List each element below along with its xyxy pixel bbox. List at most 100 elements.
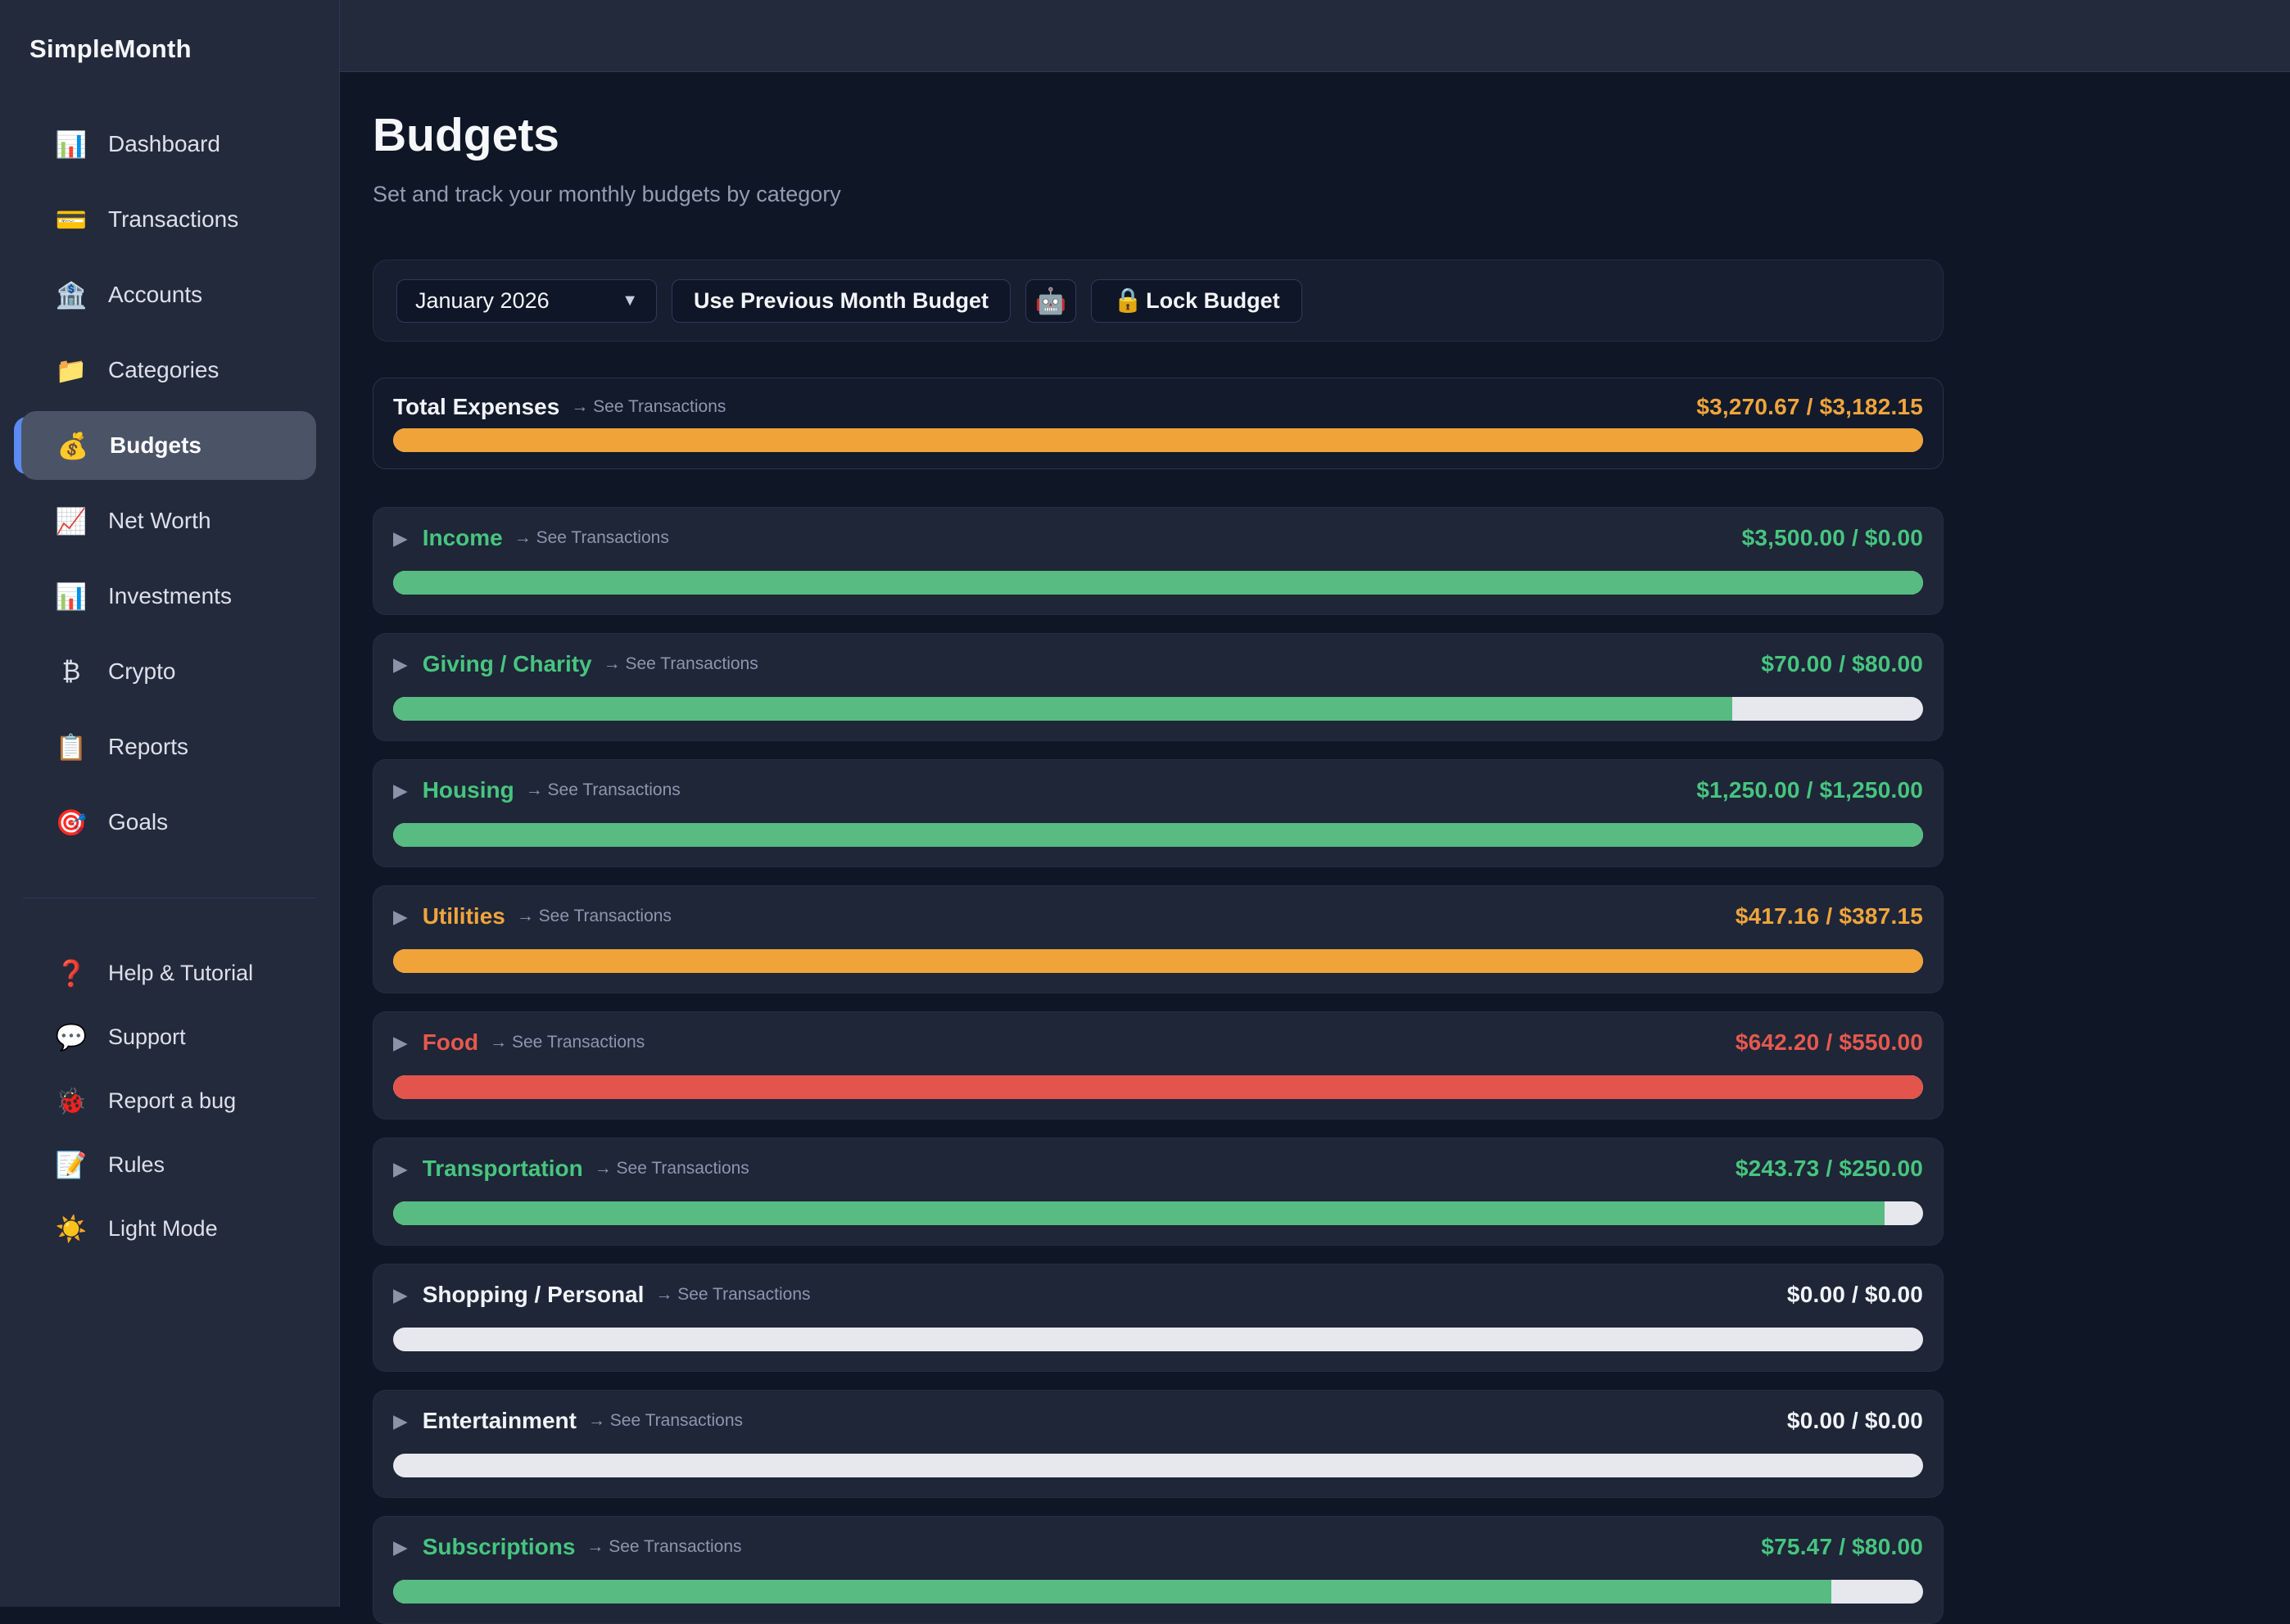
expand-triangle-icon[interactable]: ▶ — [393, 1538, 408, 1557]
category-progress-track — [393, 949, 1923, 973]
category-label: Housing — [423, 777, 514, 803]
sidebar-item-label: Dashboard — [108, 131, 220, 157]
category-progress-track — [393, 571, 1923, 595]
see-transactions-link[interactable]: → See Transactions — [595, 1159, 749, 1178]
sidebar-item-dashboard[interactable]: 📊 Dashboard — [0, 106, 339, 182]
sidebar-item-label: Net Worth — [108, 508, 211, 534]
lock-budget-label: Lock Budget — [1146, 288, 1280, 314]
see-transactions-link[interactable]: → See Transactions — [517, 907, 672, 926]
see-transactions-link[interactable]: → See Transactions — [588, 1411, 743, 1431]
bank-icon: 🏦 — [52, 280, 90, 310]
use-previous-month-button[interactable]: Use Previous Month Budget — [672, 279, 1011, 323]
sidebar-item-report-a-bug[interactable]: 🐞 Report a bug — [0, 1069, 339, 1133]
bar-chart-icon: 📊 — [52, 581, 90, 612]
budget-row-food: ▶ Food → See Transactions $642.20 / $550… — [373, 1011, 1944, 1120]
sidebar-nav-secondary: ❓ Help & Tutorial 💬 Support 🐞 Report a b… — [0, 941, 339, 1260]
category-amount: $417.16 / $387.15 — [1736, 903, 1923, 930]
page-subtitle: Set and track your monthly budgets by ca… — [373, 182, 1945, 207]
budget-category-list: ▶ Income → See Transactions $3,500.00 / … — [373, 507, 1944, 1624]
see-transactions-link[interactable]: → See Transactions — [526, 780, 681, 800]
folder-icon: 📁 — [52, 355, 90, 386]
chevron-down-icon: ▼ — [622, 292, 638, 310]
category-label: Shopping / Personal — [423, 1282, 645, 1308]
sidebar-item-transactions[interactable]: 💳 Transactions — [0, 182, 339, 257]
total-see-transactions-link[interactable]: → See Transactions — [571, 397, 726, 417]
sidebar-item-accounts[interactable]: 🏦 Accounts — [0, 257, 339, 332]
sidebar-item-label: Rules — [108, 1152, 165, 1178]
sidebar-item-support[interactable]: 💬 Support — [0, 1005, 339, 1069]
lock-budget-button[interactable]: 🔒 Lock Budget — [1091, 279, 1302, 323]
category-progress-fill — [393, 949, 1923, 973]
sidebar-item-crypto[interactable]: ₿ Crypto — [0, 634, 339, 709]
sidebar-item-categories[interactable]: 📁 Categories — [0, 332, 339, 408]
app-logo: SimpleMonth — [0, 0, 339, 64]
category-label: Income — [423, 525, 503, 551]
sidebar-item-investments[interactable]: 📊 Investments — [0, 559, 339, 634]
category-amount: $1,250.00 / $1,250.00 — [1696, 777, 1923, 803]
budget-row-utilities: ▶ Utilities → See Transactions $417.16 /… — [373, 885, 1944, 993]
sidebar-item-label: Report a bug — [108, 1088, 236, 1114]
sidebar-item-reports[interactable]: 📋 Reports — [0, 709, 339, 785]
question-mark-icon: ❓ — [52, 958, 90, 988]
expand-triangle-icon[interactable]: ▶ — [393, 1286, 408, 1305]
expand-triangle-icon[interactable]: ▶ — [393, 1034, 408, 1052]
budget-row-housing: ▶ Housing → See Transactions $1,250.00 /… — [373, 759, 1944, 867]
see-transactions-link[interactable]: → See Transactions — [514, 528, 669, 548]
target-icon: 🎯 — [52, 807, 90, 838]
budget-row-giving-charity: ▶ Giving / Charity → See Transactions $7… — [373, 633, 1944, 741]
category-amount: $75.47 / $80.00 — [1761, 1534, 1923, 1560]
category-progress-track — [393, 1075, 1923, 1099]
category-label: Food — [423, 1029, 478, 1056]
category-label: Entertainment — [423, 1408, 577, 1434]
category-label: Utilities — [423, 903, 505, 930]
sidebar-item-rules[interactable]: 📝 Rules — [0, 1133, 339, 1197]
category-progress-track — [393, 823, 1923, 847]
robot-icon: 🤖 — [1035, 286, 1067, 316]
expand-triangle-icon[interactable]: ▶ — [393, 1412, 408, 1431]
ai-assistant-button[interactable]: 🤖 — [1025, 279, 1076, 323]
top-header-band — [340, 0, 2290, 72]
sun-icon: ☀️ — [52, 1214, 90, 1244]
budget-row-income: ▶ Income → See Transactions $3,500.00 / … — [373, 507, 1944, 615]
sidebar-item-budgets[interactable]: 💰 Budgets — [21, 411, 316, 480]
sidebar-item-label: Reports — [108, 734, 188, 760]
sidebar-item-label: Categories — [108, 357, 219, 383]
budgets-page: Budgets Set and track your monthly budge… — [340, 72, 1945, 1624]
category-progress-fill — [393, 571, 1923, 595]
see-transactions-link[interactable]: → See Transactions — [586, 1537, 741, 1557]
budget-row-entertainment: ▶ Entertainment → See Transactions $0.00… — [373, 1390, 1944, 1498]
expand-triangle-icon[interactable]: ▶ — [393, 655, 408, 674]
category-progress-track — [393, 697, 1923, 721]
total-expenses-card: Total Expenses → See Transactions $3,270… — [373, 378, 1944, 469]
clipboard-icon: 📋 — [52, 732, 90, 762]
sidebar-nav-main: 📊 Dashboard 💳 Transactions 🏦 Accounts 📁 … — [0, 106, 339, 860]
see-transactions-link[interactable]: → See Transactions — [490, 1033, 645, 1052]
sidebar-item-label: Light Mode — [108, 1216, 218, 1242]
expand-triangle-icon[interactable]: ▶ — [393, 907, 408, 926]
see-transactions-link[interactable]: → See Transactions — [604, 654, 758, 674]
total-expenses-progress-fill — [393, 428, 1923, 452]
category-amount: $3,500.00 / $0.00 — [1742, 525, 1923, 551]
total-expenses-amount: $3,270.67 / $3,182.15 — [1696, 394, 1923, 420]
sidebar-item-light-mode[interactable]: ☀️ Light Mode — [0, 1197, 339, 1260]
category-label: Subscriptions — [423, 1534, 576, 1560]
page-title: Budgets — [373, 108, 1945, 162]
category-progress-fill — [393, 823, 1923, 847]
bitcoin-icon: ₿ — [52, 657, 90, 686]
sidebar-item-label: Budgets — [110, 432, 201, 459]
sidebar: SimpleMonth 📊 Dashboard 💳 Transactions 🏦… — [0, 0, 340, 1607]
see-transactions-link[interactable]: → See Transactions — [655, 1285, 810, 1305]
expand-triangle-icon[interactable]: ▶ — [393, 781, 408, 800]
sidebar-item-label: Goals — [108, 809, 168, 835]
category-label: Transportation — [423, 1156, 583, 1182]
sidebar-item-net-worth[interactable]: 📈 Net Worth — [0, 483, 339, 559]
category-amount: $243.73 / $250.00 — [1736, 1156, 1923, 1182]
month-selector[interactable]: January 2026 ▼ — [396, 279, 657, 323]
category-amount: $70.00 / $80.00 — [1761, 651, 1923, 677]
budget-toolbar: January 2026 ▼ Use Previous Month Budget… — [373, 260, 1944, 342]
expand-triangle-icon[interactable]: ▶ — [393, 1160, 408, 1178]
expand-triangle-icon[interactable]: ▶ — [393, 529, 408, 548]
category-amount: $0.00 / $0.00 — [1787, 1282, 1923, 1308]
sidebar-item-goals[interactable]: 🎯 Goals — [0, 785, 339, 860]
sidebar-item-help-tutorial[interactable]: ❓ Help & Tutorial — [0, 941, 339, 1005]
